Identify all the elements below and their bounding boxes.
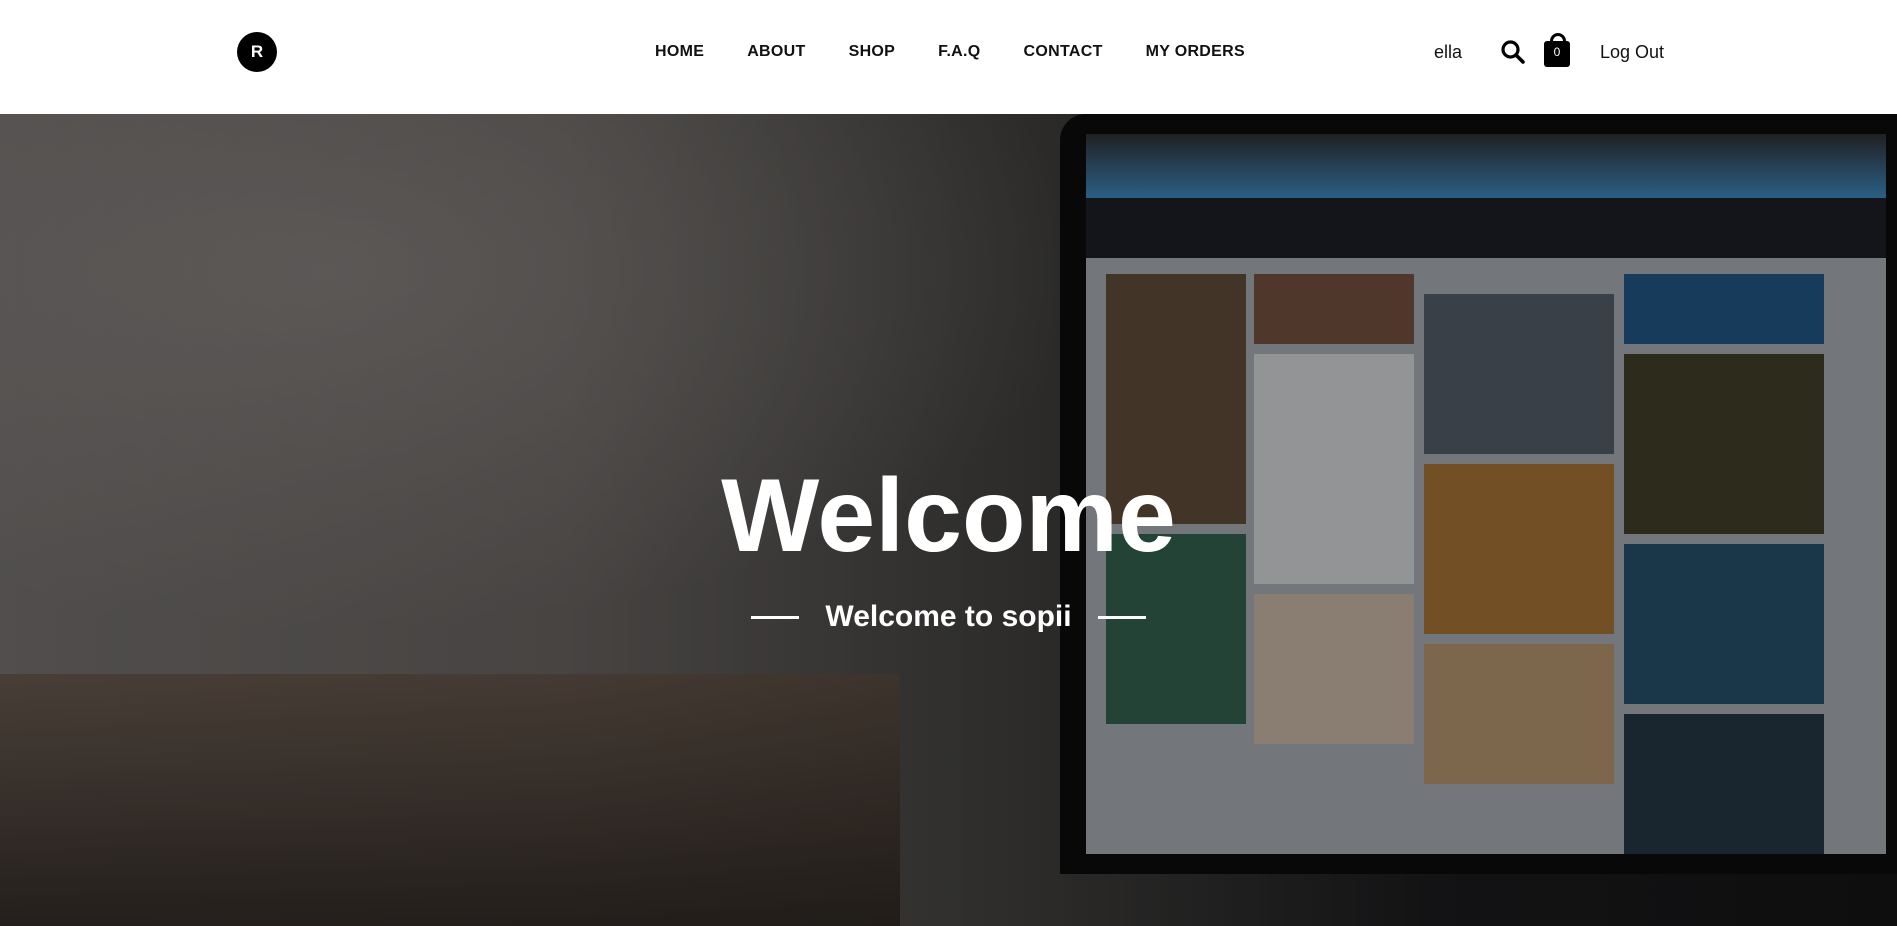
nav-item-contact[interactable]: CONTACT <box>1024 43 1103 61</box>
site-header: R HOME ABOUT SHOP F.A.Q CONTACT MY ORDER… <box>0 0 1897 114</box>
subtitle-divider-right <box>1097 615 1146 619</box>
cart-count-badge: 0 <box>1553 45 1561 59</box>
hero-title: Welcome <box>721 458 1176 574</box>
nav-item-about[interactable]: ABOUT <box>747 43 805 61</box>
cart-button[interactable]: 0 <box>1544 33 1572 67</box>
nav-item-shop[interactable]: SHOP <box>849 43 896 61</box>
username: ella <box>1434 42 1463 62</box>
nav-item-faq[interactable]: F.A.Q <box>938 43 980 61</box>
logo-letter: R <box>250 42 264 61</box>
search-icon[interactable] <box>1500 39 1526 65</box>
main-nav: HOME ABOUT SHOP F.A.Q CONTACT MY ORDERS <box>655 40 1245 64</box>
hero-subtitle-row: Welcome to sopii <box>0 600 1897 634</box>
nav-item-my-orders[interactable]: MY ORDERS <box>1146 43 1245 61</box>
hero-banner: Welcome Welcome to sopii <box>0 114 1897 926</box>
logout-link[interactable]: Log Out <box>1600 42 1664 63</box>
subtitle-divider-left <box>751 615 800 619</box>
user-area: ella 0 Log Out <box>1420 30 1670 74</box>
hero-subtitle: Welcome to sopii <box>825 600 1072 633</box>
nav-item-home[interactable]: HOME <box>655 43 704 61</box>
site-logo[interactable]: R <box>237 32 277 72</box>
